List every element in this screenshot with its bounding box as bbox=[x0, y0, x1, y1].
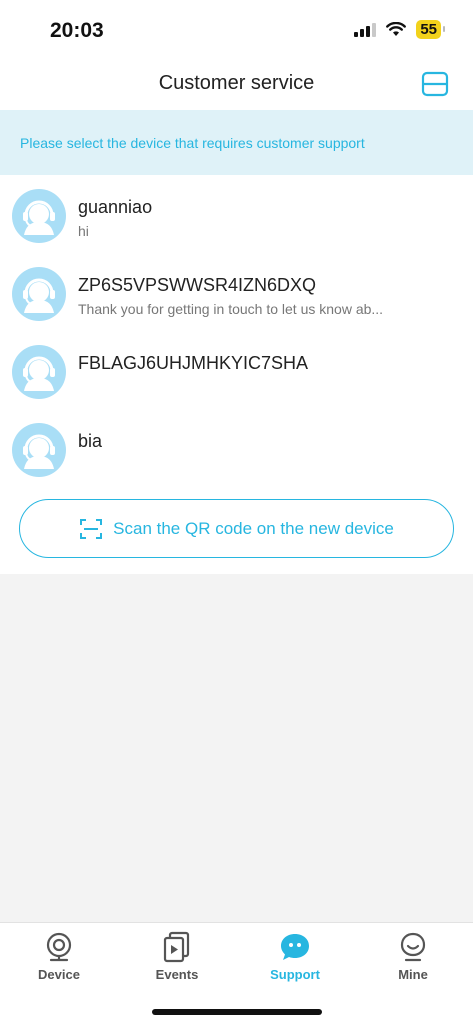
support-agent-icon bbox=[12, 423, 66, 477]
scan-frame-icon[interactable] bbox=[421, 70, 449, 98]
list-item[interactable]: FBLAGJ6UHJMHKYIC7SHA bbox=[0, 333, 473, 411]
scan-qr-button[interactable]: Scan the QR code on the new device bbox=[19, 499, 454, 558]
list-item[interactable]: bia bbox=[0, 411, 473, 489]
last-message: hi bbox=[78, 223, 89, 239]
video-file-icon bbox=[163, 931, 190, 963]
tab-events[interactable]: Events bbox=[118, 923, 236, 993]
tab-mine[interactable]: Mine bbox=[354, 923, 472, 993]
tab-support[interactable]: Support bbox=[236, 923, 354, 993]
list-item[interactable]: guanniao hi bbox=[0, 177, 473, 255]
profile-face-icon bbox=[400, 932, 426, 962]
list-item[interactable]: ZP6S5VPSWWSR4IZN6DXQ Thank you for getti… bbox=[0, 255, 473, 333]
scan-qr-label: Scan the QR code on the new device bbox=[113, 518, 394, 538]
device-name: FBLAGJ6UHJMHKYIC7SHA bbox=[78, 353, 309, 373]
last-message: Thank you for getting in touch to let us… bbox=[78, 301, 384, 317]
battery-indicator: 55 bbox=[416, 20, 445, 39]
status-bar: 20:03 55 bbox=[0, 0, 473, 58]
wifi-icon bbox=[386, 22, 407, 36]
support-agent-icon bbox=[12, 267, 66, 321]
qr-scan-icon bbox=[80, 518, 103, 539]
tab-device[interactable]: Device bbox=[0, 923, 118, 993]
status-icons: 55 bbox=[354, 20, 445, 39]
device-name: guanniao bbox=[78, 197, 153, 217]
status-time: 20:03 bbox=[50, 19, 104, 42]
tab-bar: Device Events Support Mine bbox=[0, 922, 473, 1024]
home-indicator bbox=[152, 1009, 322, 1015]
device-name: ZP6S5VPSWWSR4IZN6DXQ bbox=[78, 275, 317, 295]
camera-icon bbox=[46, 932, 72, 962]
support-banner: Please select the device that requires c… bbox=[0, 110, 473, 175]
tab-label: Mine bbox=[398, 967, 428, 982]
support-agent-icon bbox=[12, 189, 66, 243]
tab-label: Support bbox=[270, 967, 320, 982]
page-title: Customer service bbox=[158, 72, 315, 94]
device-list: guanniao hi ZP6S5VPSWWSR4IZN6DXQ Thank y… bbox=[0, 175, 473, 574]
tab-label: Events bbox=[155, 967, 199, 982]
tab-label: Device bbox=[38, 967, 80, 982]
chat-bubble-icon bbox=[281, 934, 309, 960]
banner-text: Please select the device that requires c… bbox=[20, 135, 365, 151]
nav-bar: Customer service bbox=[0, 58, 473, 110]
cellular-signal-icon bbox=[354, 22, 377, 37]
support-agent-icon bbox=[12, 345, 66, 399]
device-name: bia bbox=[78, 431, 103, 451]
